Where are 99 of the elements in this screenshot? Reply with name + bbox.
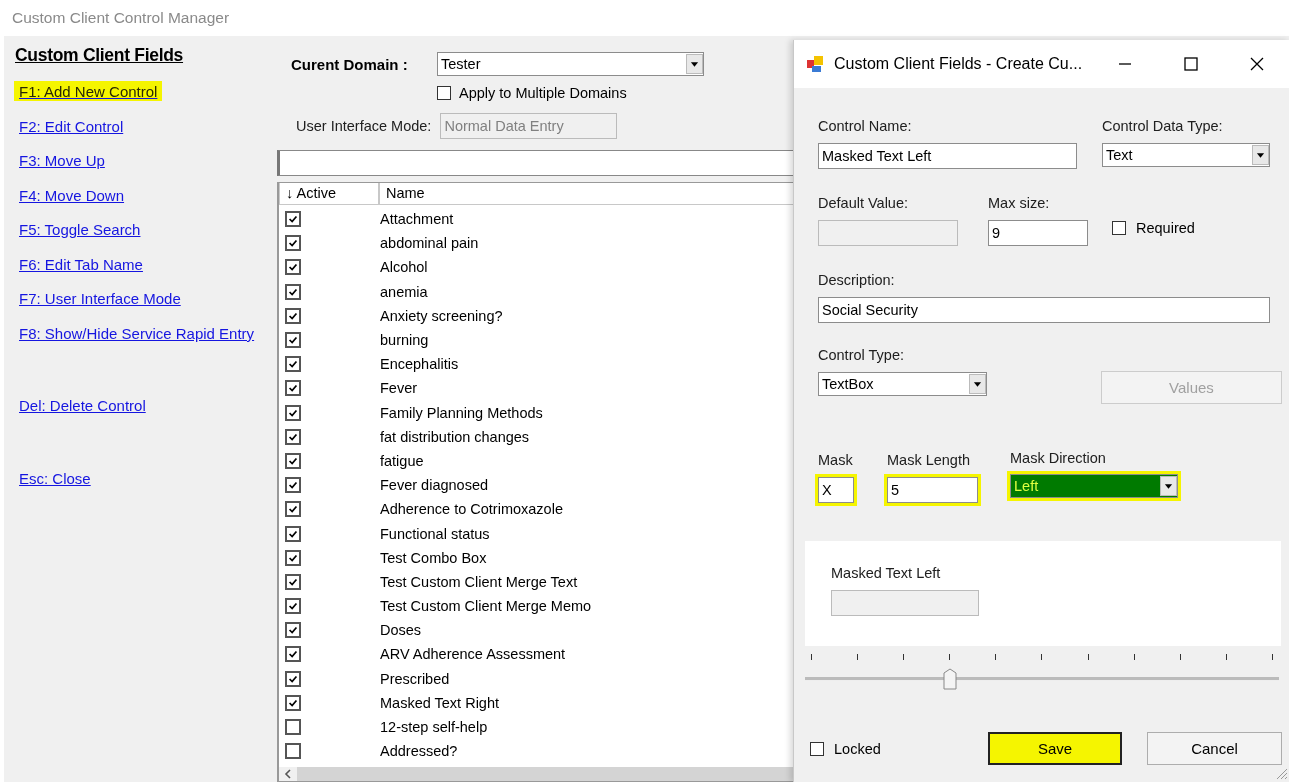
- combo-value: TextBox: [822, 376, 875, 392]
- field-label: Control Type:: [818, 347, 905, 363]
- table-cell: Test Combo Box: [380, 549, 487, 566]
- field-label: Mask Length: [887, 452, 972, 468]
- table-cell: Masked Text Right: [380, 694, 499, 711]
- checkbox[interactable]: [285, 380, 301, 397]
- sidebar-link[interactable]: F2: Edit Control: [14, 115, 129, 136]
- field-label: Mask Direction: [1010, 450, 1107, 466]
- window-title: Custom Client Control Manager: [12, 9, 230, 27]
- checkbox[interactable]: [1112, 221, 1126, 235]
- domain-dropdown[interactable]: Tester: [437, 52, 704, 76]
- checkbox-label: Locked: [834, 740, 881, 757]
- table-cell: abdominal pain: [380, 235, 479, 252]
- combo-value: Left: [1014, 478, 1040, 494]
- sidebar-link[interactable]: F8: Show/Hide Service Rapid Entry: [14, 322, 260, 343]
- field-label: Control Data Type:: [1102, 118, 1224, 134]
- sidebar-link[interactable]: F1: Add New Control: [14, 81, 163, 101]
- sidebar-link[interactable]: F5: Toggle Search: [14, 219, 146, 239]
- checkbox[interactable]: [285, 283, 301, 300]
- checkbox[interactable]: [285, 670, 301, 687]
- checkbox[interactable]: [285, 501, 301, 518]
- checkbox-label: Apply to Multiple Domains: [459, 85, 627, 101]
- table-cell: Anxiety screening?: [380, 307, 503, 324]
- sidebar-link[interactable]: Esc: Close: [14, 467, 96, 488]
- data-type-dropdown[interactable]: Text: [1102, 143, 1270, 167]
- checkbox[interactable]: [285, 356, 301, 373]
- ui-mode-label: User Interface Mode:: [296, 118, 432, 134]
- table-cell: Fever diagnosed: [380, 477, 488, 494]
- checkbox[interactable]: [285, 235, 301, 252]
- control-name-field[interactable]: Masked Text Left: [818, 143, 1077, 169]
- app-icon: [806, 55, 824, 73]
- preview-label: Masked Text Left: [831, 565, 942, 581]
- checkbox-label: Required: [1136, 220, 1195, 236]
- table-cell: Doses: [380, 622, 422, 639]
- scroll-left-icon[interactable]: [279, 767, 297, 781]
- resize-grip-icon[interactable]: [1274, 766, 1288, 780]
- column-header[interactable]: ↓ Active: [279, 183, 379, 205]
- checkbox[interactable]: [285, 477, 301, 494]
- table-cell: ARV Adherence Assessment: [380, 646, 566, 663]
- sidebar-link[interactable]: F4: Move Down: [14, 184, 130, 205]
- table-cell: Attachment: [380, 211, 454, 228]
- table-cell: Encephalitis: [380, 356, 459, 373]
- field-label: Mask: [818, 452, 854, 468]
- table-cell: Family Planning Methods: [380, 404, 543, 421]
- table-cell: 12-step self-help: [380, 719, 488, 736]
- table-cell: burning: [380, 332, 429, 349]
- table-cell: Adherence to Cotrimoxazole: [380, 501, 563, 518]
- sidebar-link[interactable]: F7: User Interface Mode: [14, 288, 186, 308]
- table-cell: Functional status: [380, 525, 490, 542]
- checkbox[interactable]: [285, 428, 301, 445]
- table-cell: fatigue: [380, 452, 424, 469]
- checkbox[interactable]: [285, 646, 301, 663]
- save-button[interactable]: Save: [988, 732, 1122, 765]
- mask-direction-dropdown[interactable]: Left: [1010, 474, 1178, 498]
- field-label: Default Value:: [818, 195, 909, 211]
- slider-thumb[interactable]: [942, 668, 957, 690]
- table-cell: fat distribution changes: [380, 428, 530, 445]
- checkbox[interactable]: [285, 694, 301, 711]
- checkbox[interactable]: [285, 211, 301, 228]
- max-size-field[interactable]: 9: [988, 220, 1088, 246]
- checkbox[interactable]: [437, 86, 451, 100]
- checkbox[interactable]: [285, 549, 301, 566]
- mask-field[interactable]: X: [818, 477, 854, 503]
- sidebar-heading: Custom Client Fields: [15, 45, 184, 66]
- combo-value: Text: [1106, 147, 1134, 163]
- table-cell: Addressed?: [380, 743, 458, 760]
- mask-length-field[interactable]: 5: [887, 477, 978, 503]
- domain-label: Curent Domain :: [290, 55, 409, 73]
- checkbox[interactable]: [285, 452, 301, 469]
- checkbox[interactable]: [285, 573, 301, 590]
- combo-value: Tester: [441, 56, 482, 72]
- dialog-title: Custom Client Fields - Create Cu...: [834, 55, 1084, 73]
- table-cell: Test Custom Client Merge Text: [380, 573, 578, 590]
- field-label: Control Name:: [818, 118, 913, 134]
- description-field[interactable]: Social Security: [818, 297, 1270, 323]
- checkbox[interactable]: [810, 741, 824, 756]
- sidebar-link[interactable]: Del: Delete Control: [14, 395, 151, 415]
- table-cell: anemia: [380, 283, 428, 300]
- sidebar-link[interactable]: F3: Move Up: [14, 150, 110, 170]
- sidebar-link[interactable]: F6: Edit Tab Name: [14, 253, 148, 274]
- field-label: Max size:: [988, 195, 1051, 211]
- checkbox[interactable]: [285, 259, 301, 276]
- checkbox[interactable]: [285, 719, 301, 736]
- cancel-button[interactable]: Cancel: [1147, 732, 1282, 765]
- table-cell: Prescribed: [380, 670, 450, 687]
- field-label: Description:: [818, 272, 896, 288]
- maximize-icon[interactable]: [1183, 56, 1199, 72]
- checkbox[interactable]: [285, 598, 301, 615]
- checkbox[interactable]: [285, 622, 301, 639]
- checkbox[interactable]: [285, 404, 301, 421]
- table-cell: Test Custom Client Merge Memo: [380, 598, 592, 615]
- checkbox[interactable]: [285, 525, 301, 542]
- checkbox[interactable]: [285, 307, 301, 324]
- checkbox[interactable]: [285, 743, 301, 760]
- control-type-dropdown[interactable]: TextBox: [818, 372, 987, 396]
- close-icon[interactable]: [1249, 56, 1265, 72]
- checkbox[interactable]: [285, 332, 301, 349]
- table-cell: Fever: [380, 380, 418, 397]
- table-cell: Alcohol: [380, 259, 428, 276]
